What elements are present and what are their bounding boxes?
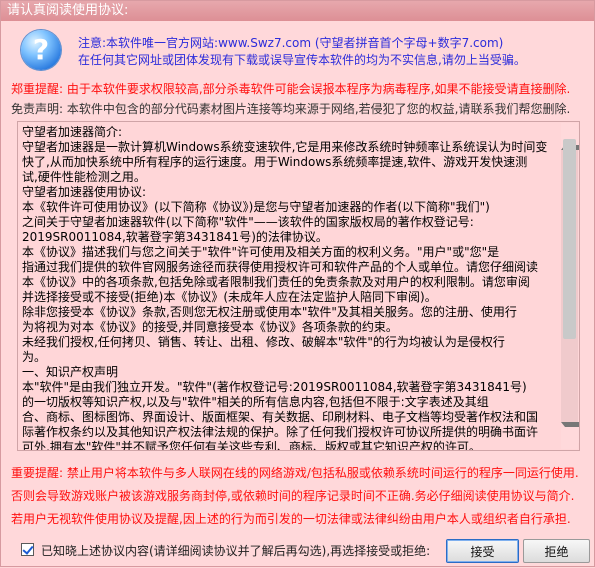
agreement-line: 除非您接受本《协议》条款,否则您无权注册或使用本"软件"及其相关服务。您的注册、… <box>22 305 517 319</box>
agreement-line: 试,硬件性能检测之用。 <box>22 170 146 184</box>
agreement-line: 之间关于守望者加速器软件(以下简称"软件"——该软件的国家版权局的著作权登记号: <box>22 215 474 229</box>
window-title: 请认真阅读使用协议: <box>1 1 594 21</box>
reject-button[interactable]: 拒绝 <box>523 539 590 563</box>
agreement-line: 一、知识产权声明 <box>22 365 119 379</box>
agreement-line: 未经我们授权,任何拷贝、销售、转让、出租、修改、破解本"软件"的行为均被认为是侵… <box>22 335 505 349</box>
agreement-line: 并选择接受或不接受(拒绝)本《协议》(未成年人应在法定监护人陪同下审阅)。 <box>22 290 437 304</box>
agreement-line: 指通过我们提供的软件官网服务途径而获得使用授权许可和软件产品的个人或单位。请您仔… <box>22 260 539 274</box>
accept-button[interactable]: 接受 <box>446 539 519 563</box>
official-site-notice: 注意:本软件唯一官方网站:www.Swz7.com (守望者拼音首个字母+数字7… <box>78 36 504 50</box>
agreement-line: 际著作权条约以及其他知识产权法律法规的保护。除了任何我们授权许可协议所提供的明确… <box>22 425 539 439</box>
important-line-3: 若用户无视软件使用协议及提醒,因上述的行为而引发的一切法律或法律纠纷由用户本人或… <box>11 512 571 526</box>
agreement-line: 本《协议》描述我们与您之间关于"软件"许可使用及相关方面的权利义务。"用户"或"… <box>22 245 500 259</box>
agreement-line: 合、商标、图标图饰、界面设计、版面框架、有关数据、印刷材料、电子文档等均受著作权… <box>22 410 539 424</box>
question-icon: ? <box>21 30 61 70</box>
agreement-line: 守望者加速器使用协议: <box>22 185 147 199</box>
agreement-line: 本"软件"是由我们独立开发。"软件"(著作权登记号:2019SR0011084,… <box>22 380 527 394</box>
agreement-line: 守望者加速器是一款计算机Windows系统变速软件,它是用来修改系统时钟频率让系… <box>22 140 548 154</box>
agreement-dialog: 请认真阅读使用协议: ? 注意:本软件唯一官方网站:www.Swz7.com (… <box>0 0 595 567</box>
scam-warning-notice: 在任何其它网址或团体发现有下载或误导宣传本软件的均为不实信息,请勿上当受骗。 <box>78 53 526 67</box>
acknowledge-label[interactable]: 已知晓上述协议内容(请详细阅读协议并了解后再勾选),再选择接受或拒绝: <box>41 542 430 559</box>
important-notice: 重要提醒: 禁止用户将本软件与多人联网在线的网络游戏/包括私服或依赖系统时间运行… <box>11 462 579 531</box>
vertical-scrollbar[interactable] <box>561 123 579 449</box>
acknowledge-checkbox[interactable] <box>21 543 34 556</box>
scroll-down-button[interactable] <box>561 422 579 449</box>
arrow-down-icon <box>561 422 579 443</box>
scroll-thumb[interactable] <box>563 139 576 339</box>
agreement-text: 守望者加速器简介: 守望者加速器是一款计算机Windows系统变速软件,它是用来修… <box>22 125 559 451</box>
agreement-line: 本《软件许可使用协议》(以下简称《协议》)是您与守望者加速器的作者(以下简称"我… <box>22 200 490 214</box>
agreement-line: 守望者加速器简介: <box>22 125 123 139</box>
important-line-2: 否则会导致游戏账户被该游戏服务商封停,或依赖时间的程序记录时间不正确.务必仔细阅… <box>11 489 575 503</box>
antivirus-warning: 郑重提醒: 由于本软件要求权限较高,部分杀毒软件可能会误报本程序为病毒程序,如果… <box>11 82 571 96</box>
agreement-line: 为将视为对本《协议》的接受,并同意接受本《协议》各项条款的约束。 <box>22 320 398 334</box>
agreement-textarea[interactable]: 守望者加速器简介: 守望者加速器是一款计算机Windows系统变速软件,它是用来修… <box>17 121 580 451</box>
footer-bar: 已知晓上述协议内容(请详细阅读协议并了解后再勾选),再选择接受或拒绝: 接受 拒… <box>1 534 595 568</box>
agreement-line: 2019SR0011084,软著登字第3431841号)的法律协议。 <box>22 230 328 244</box>
agreement-line: 为。 <box>22 350 47 364</box>
agreement-line: 本《协议》中的各项条款,包括免除或者限制我们责任的免责条款及对用户的权利限制。请… <box>22 275 530 289</box>
scroll-up-button[interactable] <box>561 123 579 150</box>
disclaimer-text: 免责声明: 本软件中包含的部分代码素材图片连接等均来源于网络,若侵犯了您的权益,… <box>11 102 571 116</box>
agreement-line: 可外,拥有本"软件"并不赋予您任何有关这些专利、商标、版权或其它知识产权的许可。 <box>22 440 481 451</box>
agreement-line: 的一切版权等知识产权,以及与"软件"相关的所有信息内容,包括但不限于:文字表述及… <box>22 395 489 409</box>
agreement-line: 快了,从而加快系统中所有程序的运行速度。用于Windows系统频率提速,软件、游… <box>22 155 528 169</box>
important-line-1: 重要提醒: 禁止用户将本软件与多人联网在线的网络游戏/包括私服或依赖系统时间运行… <box>11 466 579 480</box>
